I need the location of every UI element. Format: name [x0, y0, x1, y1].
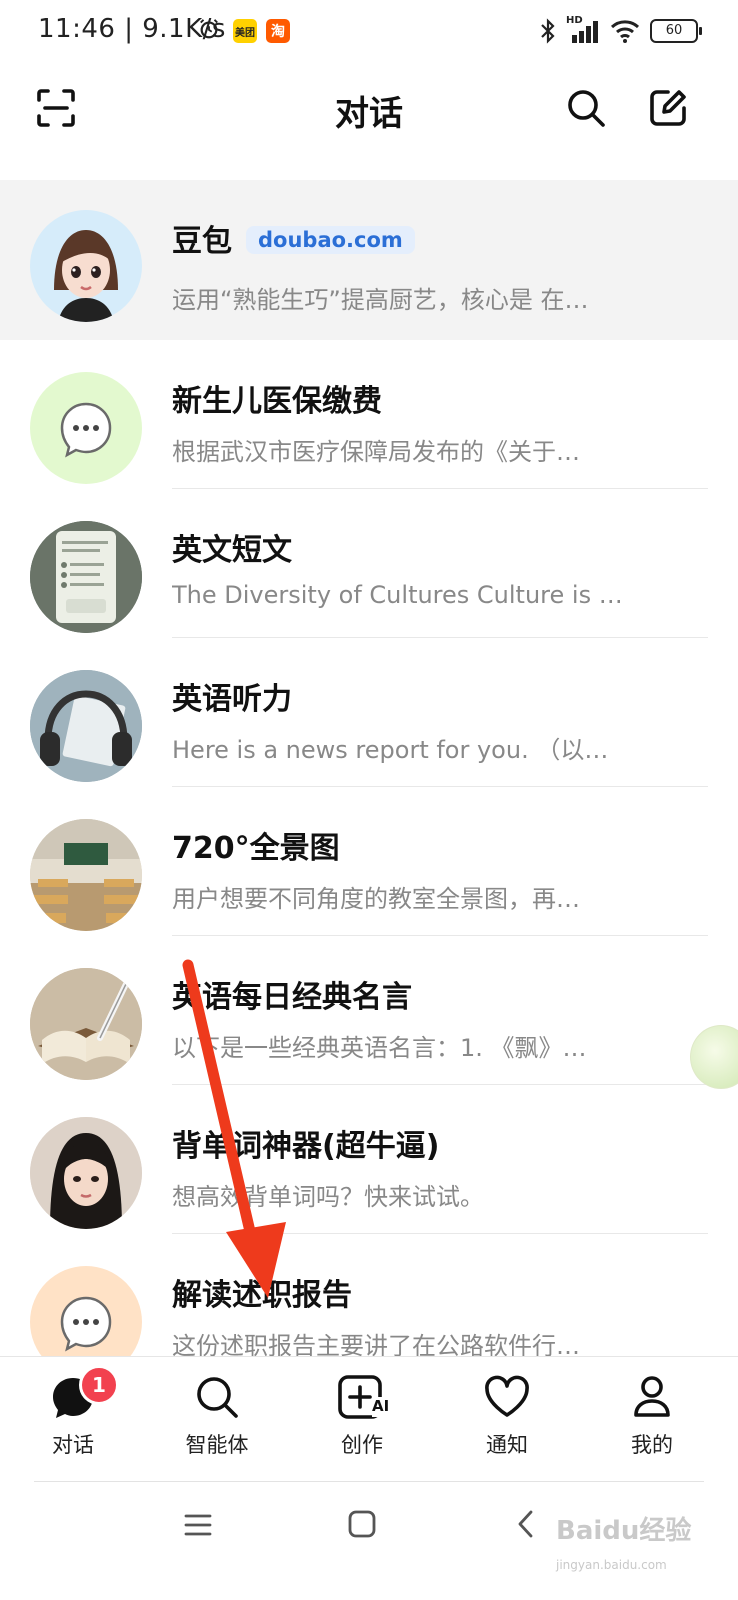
heart-icon	[483, 1373, 531, 1421]
conversation-item[interactable]: 背单词神器(超牛逼) 想高效背单词吗？快来试试。	[0, 1085, 738, 1234]
tab-label: 创作	[341, 1433, 383, 1457]
tab-notifications[interactable]: 通知	[452, 1373, 562, 1469]
unread-badge: 1	[79, 1365, 119, 1405]
conversation-item[interactable]: 豆包 doubao.com 运用“熟能生巧”提高厨艺，核心是 在…	[0, 180, 738, 340]
tab-label: 通知	[486, 1433, 528, 1457]
cellular-signal-icon: HD	[566, 15, 600, 43]
conversation-name: 新生儿医保缴费	[172, 384, 382, 419]
chat-tab-icon: 1	[49, 1365, 119, 1421]
english-listening-avatar	[30, 670, 142, 782]
conversation-name: 豆包 doubao.com	[172, 216, 415, 260]
conversation-preview: 运用“熟能生巧”提高厨艺，核心是 在…	[172, 286, 589, 314]
conversation-name: 英语听力	[172, 682, 292, 717]
conversation-list: 豆包 doubao.com 运用“熟能生巧”提高厨艺，核心是 在… 新生儿医保缴费…	[0, 180, 738, 1383]
conversation-preview: 根据武汉市医疗保障局发布的《关于…	[172, 438, 580, 466]
conversation-name: 解读述职报告	[172, 1278, 352, 1313]
english-essay-avatar	[30, 521, 142, 633]
nav-divider	[34, 1481, 704, 1482]
page-title: 对话	[335, 94, 403, 134]
search-tab-icon	[193, 1373, 241, 1421]
conversation-preview: 用户想要不同角度的教室全景图，再…	[172, 885, 580, 913]
chat-bubble-icon	[60, 402, 112, 458]
conversation-item[interactable]: 720°全景图 用户想要不同角度的教室全景图，再…	[0, 787, 738, 936]
conversation-item[interactable]: 英语听力 Here is a news report for you. （以…	[0, 638, 738, 787]
conversation-name: 720°全景图	[172, 831, 340, 866]
tab-label: 智能体	[185, 1433, 249, 1457]
tab-chat[interactable]: 1 对话	[18, 1365, 128, 1469]
conversation-item[interactable]: 新生儿医保缴费 根据武汉市医疗保障局发布的《关于…	[0, 340, 738, 489]
conversation-preview: Here is a news report for you. （以…	[172, 736, 609, 764]
status-indicators: HD 60	[540, 15, 702, 46]
conversation-name: 英文短文	[172, 533, 292, 568]
conversation-preview: The Diversity of Cultures Culture is …	[172, 581, 623, 609]
vocabulary-bot-avatar	[30, 1117, 142, 1229]
app-header: 对话	[0, 64, 738, 176]
status-bar: 11:46 | 9.1K/s 美团 淘 HD 60	[0, 0, 738, 64]
conversation-preview: 想高效背单词吗？快来试试。	[172, 1183, 484, 1211]
doubao-avatar	[30, 210, 142, 322]
tab-label: 对话	[52, 1433, 94, 1457]
back-icon[interactable]	[512, 1509, 540, 1539]
meituan-notification-icon: 美团	[233, 19, 257, 43]
conversation-item[interactable]: 英文短文 The Diversity of Cultures Culture i…	[0, 489, 738, 638]
wifi-icon	[610, 20, 640, 43]
tab-create[interactable]: AI 创作	[307, 1373, 417, 1469]
tab-label: 我的	[631, 1433, 673, 1457]
conversation-name: 背单词神器(超牛逼)	[172, 1129, 440, 1164]
watermark-url: jingyan.baidu.com	[556, 1558, 667, 1572]
tab-profile[interactable]: 我的	[597, 1373, 707, 1469]
conversation-name: 英语每日经典名言	[172, 980, 412, 1015]
bluetooth-icon	[541, 18, 555, 44]
person-icon	[628, 1373, 676, 1421]
home-icon[interactable]	[348, 1510, 376, 1538]
search-button[interactable]	[560, 82, 612, 134]
bottom-tab-bar: 1 对话 智能体 AI 创作 通知 我的	[0, 1356, 738, 1482]
menu-icon[interactable]	[184, 1511, 212, 1539]
conversation-item[interactable]: 英语每日经典名言 以下是一些经典英语名言：1. 《飘》…	[0, 936, 738, 1085]
alarm-icon	[200, 19, 218, 39]
classroom-panorama-avatar	[30, 819, 142, 931]
battery-indicator: 60	[650, 19, 702, 43]
taobao-notification-icon: 淘	[266, 19, 290, 43]
new-chat-button[interactable]	[642, 82, 694, 134]
edit-icon	[650, 90, 686, 126]
tab-agents[interactable]: 智能体	[162, 1373, 272, 1469]
domain-badge: doubao.com	[246, 226, 415, 254]
chat-bubble-avatar	[30, 372, 142, 484]
conversation-preview: 以下是一些经典英语名言：1. 《飘》…	[172, 1034, 587, 1062]
search-icon	[568, 90, 605, 127]
quotes-book-avatar	[30, 968, 142, 1080]
create-ai-tab-icon: AI	[338, 1373, 394, 1421]
